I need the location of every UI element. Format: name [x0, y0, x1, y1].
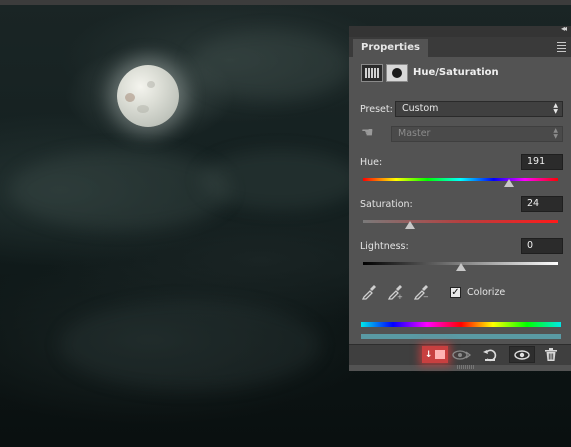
view-previous-state-button[interactable]	[449, 346, 475, 363]
toggle-visibility-button[interactable]	[509, 346, 535, 363]
adjustment-title: Hue/Saturation	[413, 67, 499, 78]
input-color-spectrum	[361, 322, 561, 327]
channel-select[interactable]: Master ▲ ▼	[391, 126, 563, 142]
canvas-top-edge	[0, 0, 571, 5]
eyedropper-icon[interactable]	[361, 284, 377, 300]
channel-value: Master	[398, 128, 431, 139]
properties-panel: ◂◂ Properties Hue/Saturation Preset: Cus…	[349, 24, 571, 371]
double-chevron-right-icon[interactable]: ◂◂	[561, 24, 567, 33]
saturation-slider-thumb[interactable]	[404, 221, 415, 229]
saturation-label: Saturation:	[360, 199, 413, 210]
lightness-label: Lightness:	[360, 241, 409, 252]
hue-value-field[interactable]: 191	[521, 154, 563, 170]
cloud	[10, 150, 230, 230]
eye-icon	[514, 349, 530, 360]
panel-collapse-bar[interactable]: ◂◂	[349, 24, 571, 37]
lightness-value-field[interactable]: 0	[521, 238, 563, 254]
layer-mask-icon[interactable]	[386, 64, 408, 82]
eyedropper-add-icon[interactable]: +	[387, 284, 403, 300]
preset-select[interactable]: Custom ▲ ▼	[395, 101, 563, 117]
moon	[117, 65, 179, 127]
panel-menu-icon[interactable]	[557, 42, 566, 54]
tab-properties[interactable]: Properties	[353, 39, 428, 57]
eyedropper-subtract-icon[interactable]: −	[413, 284, 429, 300]
hue-saturation-adjustment-icon[interactable]	[361, 64, 383, 82]
updown-arrows-icon: ▲ ▼	[553, 102, 558, 115]
panel-tab-bar: Properties	[349, 37, 571, 57]
colorize-checkbox[interactable]: ✓	[450, 287, 461, 298]
colorize-label: Colorize	[467, 287, 506, 298]
hue-slider-track[interactable]	[363, 178, 558, 181]
preset-label: Preset:	[360, 104, 393, 115]
reset-icon	[483, 349, 497, 361]
lightness-slider-thumb[interactable]	[455, 263, 466, 271]
hue-slider-thumb[interactable]	[504, 179, 515, 187]
output-color-spectrum	[361, 334, 561, 339]
svg-text:+: +	[397, 293, 403, 300]
cloud	[190, 30, 350, 100]
view-previous-state-icon	[452, 349, 472, 360]
hue-label: Hue:	[360, 157, 383, 168]
saturation-value-field[interactable]: 24	[521, 196, 563, 212]
cloud	[200, 150, 360, 210]
targeted-adjustment-hand-icon[interactable]: ☚	[361, 125, 374, 141]
preset-value: Custom	[402, 103, 439, 114]
svg-text:−: −	[423, 293, 429, 300]
cloud	[60, 300, 320, 390]
panel-resize-grip[interactable]	[457, 365, 475, 369]
panel-bottom-toolbar: ↓	[349, 344, 571, 365]
delete-adjustment-button[interactable]	[538, 346, 564, 363]
clip-to-layer-button[interactable]: ↓	[422, 346, 448, 363]
reset-button[interactable]	[477, 346, 503, 363]
saturation-slider-track[interactable]	[363, 220, 558, 223]
trash-icon	[545, 348, 557, 361]
updown-arrows-icon: ▲ ▼	[553, 127, 558, 140]
clip-to-layer-icon: ↓	[424, 349, 433, 360]
